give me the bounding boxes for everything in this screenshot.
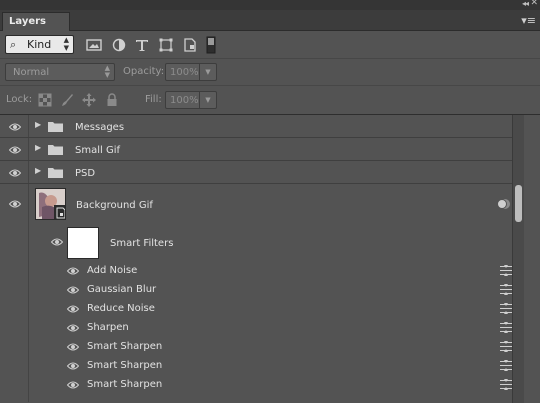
opacity-dropdown-button[interactable]: ▼ bbox=[200, 63, 217, 81]
layers-list: ▶ Messages ▶ Small Gif ▶ PSD Background … bbox=[0, 115, 524, 403]
filter-row-item[interactable]: Smart Sharpen bbox=[0, 356, 524, 375]
eye-icon[interactable] bbox=[67, 285, 79, 295]
layer-thumbnail bbox=[35, 188, 66, 220]
eye-icon[interactable] bbox=[67, 304, 79, 314]
filter-name: Reduce Noise bbox=[87, 303, 155, 314]
filter-blending-options-icon[interactable] bbox=[500, 284, 512, 295]
adjustment-filter-icon[interactable] bbox=[111, 37, 127, 53]
opacity-input[interactable]: 100% bbox=[165, 63, 200, 81]
expand-arrow-icon[interactable]: ▶ bbox=[35, 120, 41, 129]
lock-transparent-pixels-icon[interactable] bbox=[38, 93, 52, 107]
filter-name: Smart Sharpen bbox=[87, 360, 163, 371]
search-icon: ⌕ bbox=[10, 38, 17, 51]
smart-filters-mask-thumbnail[interactable] bbox=[67, 227, 99, 259]
visibility-column bbox=[0, 115, 29, 137]
eye-icon[interactable] bbox=[9, 199, 21, 209]
layer-name: PSD bbox=[75, 168, 96, 179]
expand-arrow-icon[interactable]: ▶ bbox=[35, 166, 41, 175]
filter-row-item[interactable]: Reduce Noise bbox=[0, 299, 524, 318]
eye-icon[interactable] bbox=[9, 122, 21, 132]
fill-label: Fill: bbox=[145, 94, 162, 105]
filter-blending-options-icon[interactable] bbox=[500, 322, 512, 333]
lock-label: Lock: bbox=[6, 94, 33, 105]
eye-icon[interactable] bbox=[51, 237, 63, 247]
lock-row: Lock: Fill: 100% ▼ bbox=[0, 86, 540, 115]
visibility-column bbox=[0, 161, 29, 183]
folder-icon bbox=[48, 122, 63, 132]
scrollbar-thumb[interactable] bbox=[515, 185, 522, 222]
smart-filters-label: Smart Filters bbox=[110, 238, 174, 249]
layer-row-smart-object[interactable]: Background Gif bbox=[0, 184, 524, 402]
eye-icon[interactable] bbox=[67, 266, 79, 276]
panel-tab-bar: Layers ▾≡ bbox=[0, 10, 540, 31]
fill-input[interactable]: 100% bbox=[165, 91, 200, 109]
stepper-arrows-icon: ▲ ▼ bbox=[63, 36, 69, 52]
folder-icon bbox=[48, 168, 63, 178]
smart-object-filter-icon[interactable] bbox=[182, 37, 198, 53]
filter-blending-options-icon[interactable] bbox=[500, 303, 512, 314]
eye-icon[interactable] bbox=[9, 145, 21, 155]
filter-row: ⌕ Kind ▲ ▼ bbox=[0, 31, 540, 59]
filter-blending-options-icon[interactable] bbox=[500, 379, 512, 390]
filter-row-item[interactable]: Sharpen bbox=[0, 318, 524, 337]
panel-top-strip: ◂◂ ✕ bbox=[0, 0, 540, 10]
filter-blending-options-icon[interactable] bbox=[500, 360, 512, 371]
lock-all-icon[interactable] bbox=[105, 93, 119, 107]
filter-name: Sharpen bbox=[87, 322, 129, 333]
eye-icon[interactable] bbox=[9, 168, 21, 178]
opacity-label: Opacity: bbox=[123, 66, 165, 77]
eye-icon[interactable] bbox=[67, 342, 79, 352]
fill-dropdown-button[interactable]: ▼ bbox=[200, 91, 217, 109]
panel-right-margin bbox=[524, 115, 540, 403]
blend-mode-value: Normal bbox=[13, 67, 50, 78]
expand-arrow-icon[interactable]: ▶ bbox=[35, 143, 41, 152]
eye-icon[interactable] bbox=[67, 323, 79, 333]
layer-name: Messages bbox=[75, 122, 125, 133]
collapse-panel-icon[interactable]: ◂◂ bbox=[522, 0, 529, 8]
pixel-filter-icon[interactable] bbox=[86, 37, 102, 53]
lock-image-pixels-icon[interactable] bbox=[60, 93, 74, 107]
filter-row-item[interactable]: Smart Sharpen bbox=[0, 337, 524, 356]
filter-toggle-icon[interactable] bbox=[206, 36, 216, 54]
stepper-arrows-icon: ▲ ▼ bbox=[104, 64, 110, 79]
type-filter-icon[interactable] bbox=[134, 37, 150, 53]
layer-row-group[interactable]: ▶ Messages bbox=[0, 115, 524, 138]
filter-row-item[interactable]: Smart Sharpen bbox=[0, 375, 524, 394]
filter-name: Gaussian Blur bbox=[87, 284, 157, 295]
eye-icon[interactable] bbox=[67, 380, 79, 390]
layer-row-group[interactable]: ▶ PSD bbox=[0, 161, 524, 184]
filter-kind-select[interactable]: ⌕ Kind ▲ ▼ bbox=[5, 35, 74, 54]
layer-row-group[interactable]: ▶ Small Gif bbox=[0, 138, 524, 161]
filter-row-item[interactable]: Gaussian Blur bbox=[0, 280, 524, 299]
tab-layers[interactable]: Layers bbox=[2, 12, 70, 31]
shape-filter-icon[interactable] bbox=[158, 37, 174, 53]
layer-name: Small Gif bbox=[75, 145, 120, 156]
close-panel-icon[interactable]: ✕ bbox=[530, 0, 538, 8]
lock-position-icon[interactable] bbox=[82, 93, 96, 107]
layers-scrollbar[interactable] bbox=[512, 115, 524, 403]
blend-row: Normal ▲ ▼ Opacity: 100% ▼ bbox=[0, 59, 540, 86]
blend-mode-select[interactable]: Normal ▲ ▼ bbox=[5, 63, 115, 81]
filter-name: Smart Sharpen bbox=[87, 341, 163, 352]
layer-name: Background Gif bbox=[76, 200, 153, 211]
visibility-column bbox=[0, 138, 29, 160]
eye-icon[interactable] bbox=[67, 361, 79, 371]
filter-kind-label: Kind bbox=[27, 38, 52, 51]
layer-thumbnail-image bbox=[36, 189, 65, 219]
filter-blending-options-icon[interactable] bbox=[500, 265, 512, 276]
filter-row-item[interactable]: Add Noise bbox=[0, 261, 524, 280]
folder-icon bbox=[48, 145, 63, 155]
filter-name: Add Noise bbox=[87, 265, 138, 276]
smart-filter-badge-icon[interactable] bbox=[497, 198, 511, 210]
panel-menu-icon[interactable]: ▾≡ bbox=[521, 14, 536, 27]
filter-name: Smart Sharpen bbox=[87, 379, 163, 390]
filter-blending-options-icon[interactable] bbox=[500, 341, 512, 352]
